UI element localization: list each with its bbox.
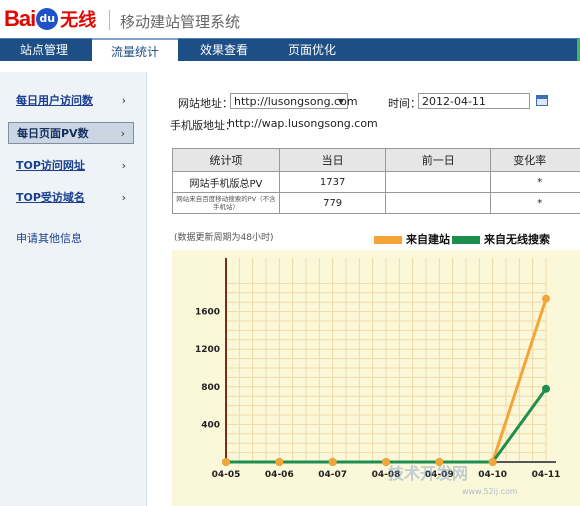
y-tick-label: 1200 — [195, 345, 220, 355]
data-point — [488, 458, 497, 466]
watermark-url: www.52ij.com — [462, 487, 518, 496]
request-other-info-link[interactable]: 申请其他信息 — [16, 230, 82, 246]
x-tick-label: 04-06 — [265, 470, 294, 480]
data-point — [275, 458, 284, 466]
date-input[interactable]: 2012-04-11 — [418, 93, 530, 109]
sidebar-item-top-urls[interactable]: TOP访问网址 › — [8, 155, 134, 177]
tab-traffic-stats[interactable]: 流量统计 — [92, 38, 178, 62]
sidebar-item-daily-pv[interactable]: 每日页面PV数 › — [8, 122, 134, 144]
table-header: 当日 — [278, 148, 387, 172]
table-row: 网站来自百度移动搜索的PV（不含手机站） 779 * — [172, 192, 580, 214]
site-url-select[interactable]: http://lusongsong.com ▼ — [230, 93, 358, 109]
sidebar-item-daily-visitors[interactable]: 每日用户访问数 › — [8, 90, 134, 112]
legend-label: 来自无线搜索 — [484, 233, 550, 246]
watermark-text: 技术开发网 — [388, 464, 469, 483]
mobile-url-label: 手机版地址： — [170, 119, 236, 132]
paw-icon: du — [36, 8, 59, 30]
sidebar: 每日用户访问数 › 每日页面PV数 › TOP访问网址 › TOP受访域名 › … — [0, 72, 147, 506]
table-header: 前一日 — [385, 148, 492, 172]
table-cell: * — [490, 192, 580, 214]
sidebar-item-label: 每日页面PV数 — [17, 127, 89, 140]
x-tick-label: 04-11 — [532, 470, 561, 480]
sidebar-item-label: 每日用户访问数 — [16, 94, 93, 107]
sidebar-item-label: TOP受访域名 — [16, 191, 85, 204]
time-label: 时间： — [388, 97, 421, 110]
table-cell — [385, 171, 492, 193]
logo-suffix: 无线 — [60, 10, 97, 31]
chevron-right-icon: › — [121, 191, 126, 204]
table-cell: 网站来自百度移动搜索的PV（不含手机站） — [172, 192, 280, 214]
table-row: 网站手机版总PV 1737 * — [172, 171, 580, 193]
chevron-right-icon: › — [120, 127, 125, 140]
y-tick-label: 800 — [201, 383, 220, 393]
table-cell: * — [490, 171, 580, 193]
legend-swatch — [374, 236, 402, 244]
mobile-url-value: http://wap.lusongsong.com — [228, 117, 378, 130]
site-url-label: 网站地址： — [178, 97, 233, 110]
chart-update-note: (数据更新周期为48小时) — [174, 233, 274, 243]
table-header-row: 统计项 当日 前一日 变化率 — [172, 148, 580, 172]
table-cell: 779 — [278, 192, 387, 214]
app-title: 移动建站管理系统 — [120, 13, 241, 31]
data-point — [542, 384, 550, 393]
x-tick-label: 04-05 — [212, 470, 241, 480]
tab-effect-view[interactable]: 效果查看 — [180, 39, 268, 61]
chart-svg: 4008001200160004-05 04-06 04-07 04-08 04-09 0… — [195, 258, 561, 480]
data-point — [542, 294, 550, 303]
legend-swatch — [452, 236, 480, 244]
chevron-right-icon: › — [121, 159, 126, 172]
legend-item: 来自建站 — [374, 231, 450, 246]
chevron-down-icon: ▼ — [337, 97, 344, 106]
main-panel: 网站地址： http://lusongsong.com ▼ 时间： 2012-0… — [152, 72, 580, 506]
sidebar-item-label: TOP访问网址 — [16, 159, 85, 172]
table-cell — [385, 192, 492, 214]
data-point — [328, 458, 337, 466]
table-cell: 1737 — [278, 171, 387, 193]
legend-item: 来自无线搜索 — [452, 231, 550, 246]
stats-table: 统计项 当日 前一日 变化率 网站手机版总PV 1737 * 网站来自百度移动搜… — [172, 148, 580, 214]
sidebar-item-top-domains[interactable]: TOP受访域名 › — [8, 187, 134, 209]
header-divider — [109, 10, 110, 30]
table-header: 统计项 — [172, 148, 280, 172]
logo-text: Bai — [4, 6, 36, 31]
main-nav: 站点管理 流量统计 效果查看 页面优化 — [0, 38, 580, 62]
table-cell: 网站手机版总PV — [172, 171, 280, 193]
tab-page-optimize[interactable]: 页面优化 — [268, 39, 356, 61]
tab-site-management[interactable]: 站点管理 — [0, 39, 88, 61]
x-tick-label: 04-07 — [318, 470, 347, 480]
data-point — [222, 458, 230, 466]
chevron-right-icon: › — [121, 94, 126, 107]
table-header: 变化率 — [490, 148, 580, 172]
line-chart: 400 800 1200 1600 04-05 04-06 04-07 04-08 04-09 0… — [172, 250, 580, 506]
app-header: Bai du 无线 移动建站管理系统 — [0, 0, 580, 38]
baidu-wireless-logo[interactable]: Bai du 无线 — [4, 6, 96, 32]
calendar-icon[interactable] — [536, 95, 548, 106]
y-tick-label: 400 — [201, 420, 220, 430]
legend-label: 来自建站 — [406, 233, 450, 246]
x-tick-label: 04-10 — [478, 470, 507, 480]
y-tick-label: 1600 — [195, 308, 220, 318]
